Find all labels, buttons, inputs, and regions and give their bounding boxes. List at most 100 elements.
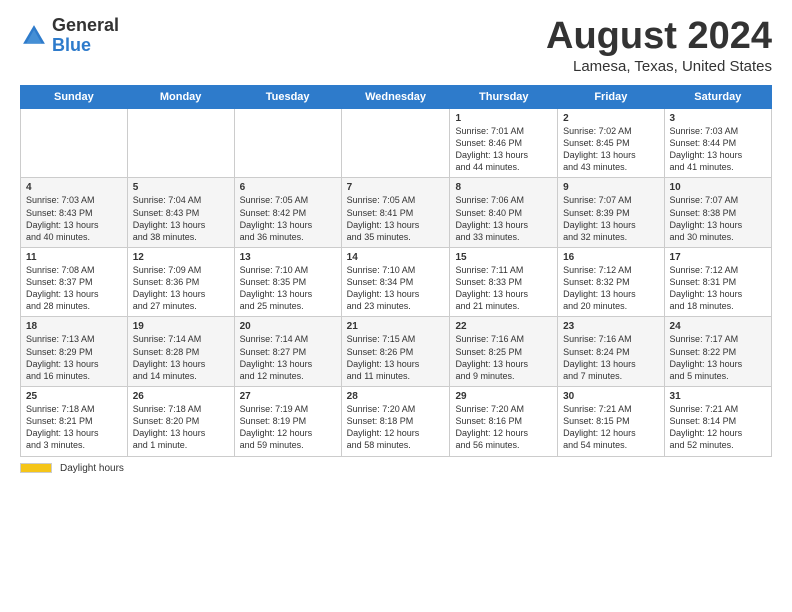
page: General Blue August 2024 Lamesa, Texas, …: [0, 0, 792, 612]
day-number: 12: [133, 252, 229, 263]
col-monday: Monday: [127, 85, 234, 108]
day-info: Sunrise: 7:03 AM Sunset: 8:44 PM Dayligh…: [670, 125, 766, 174]
day-info: Sunrise: 7:09 AM Sunset: 8:36 PM Dayligh…: [133, 264, 229, 313]
day-info: Sunrise: 7:18 AM Sunset: 8:20 PM Dayligh…: [133, 403, 229, 452]
day-number: 17: [670, 252, 766, 263]
day-info: Sunrise: 7:17 AM Sunset: 8:22 PM Dayligh…: [670, 333, 766, 382]
day-info: Sunrise: 7:16 AM Sunset: 8:24 PM Dayligh…: [563, 333, 658, 382]
table-row: 21Sunrise: 7:15 AM Sunset: 8:26 PM Dayli…: [341, 317, 450, 387]
day-number: 10: [670, 182, 766, 193]
table-row: 22Sunrise: 7:16 AM Sunset: 8:25 PM Dayli…: [450, 317, 558, 387]
day-info: Sunrise: 7:14 AM Sunset: 8:28 PM Dayligh…: [133, 333, 229, 382]
table-row: [21, 108, 128, 178]
title-block: August 2024 Lamesa, Texas, United States: [546, 16, 772, 75]
table-row: 24Sunrise: 7:17 AM Sunset: 8:22 PM Dayli…: [664, 317, 771, 387]
day-number: 8: [455, 182, 552, 193]
day-info: Sunrise: 7:14 AM Sunset: 8:27 PM Dayligh…: [240, 333, 336, 382]
table-row: 23Sunrise: 7:16 AM Sunset: 8:24 PM Dayli…: [558, 317, 664, 387]
table-row: 14Sunrise: 7:10 AM Sunset: 8:34 PM Dayli…: [341, 247, 450, 317]
table-row: 15Sunrise: 7:11 AM Sunset: 8:33 PM Dayli…: [450, 247, 558, 317]
day-number: 5: [133, 182, 229, 193]
table-row: 27Sunrise: 7:19 AM Sunset: 8:19 PM Dayli…: [234, 387, 341, 457]
calendar-week-row: 11Sunrise: 7:08 AM Sunset: 8:37 PM Dayli…: [21, 247, 772, 317]
table-row: 2Sunrise: 7:02 AM Sunset: 8:45 PM Daylig…: [558, 108, 664, 178]
logo-text: General Blue: [52, 16, 119, 56]
day-number: 23: [563, 321, 658, 332]
table-row: 26Sunrise: 7:18 AM Sunset: 8:20 PM Dayli…: [127, 387, 234, 457]
day-number: 21: [347, 321, 445, 332]
day-number: 24: [670, 321, 766, 332]
day-number: 9: [563, 182, 658, 193]
day-info: Sunrise: 7:01 AM Sunset: 8:46 PM Dayligh…: [455, 125, 552, 174]
calendar-table: Sunday Monday Tuesday Wednesday Thursday…: [20, 85, 772, 457]
day-number: 31: [670, 391, 766, 402]
logo-blue-text: Blue: [52, 36, 119, 56]
col-sunday: Sunday: [21, 85, 128, 108]
day-number: 3: [670, 113, 766, 124]
table-row: 10Sunrise: 7:07 AM Sunset: 8:38 PM Dayli…: [664, 178, 771, 248]
col-tuesday: Tuesday: [234, 85, 341, 108]
table-row: 9Sunrise: 7:07 AM Sunset: 8:39 PM Daylig…: [558, 178, 664, 248]
day-number: 29: [455, 391, 552, 402]
table-row: 12Sunrise: 7:09 AM Sunset: 8:36 PM Dayli…: [127, 247, 234, 317]
day-number: 22: [455, 321, 552, 332]
table-row: 8Sunrise: 7:06 AM Sunset: 8:40 PM Daylig…: [450, 178, 558, 248]
calendar-week-row: 25Sunrise: 7:18 AM Sunset: 8:21 PM Dayli…: [21, 387, 772, 457]
logo-general-text: General: [52, 16, 119, 36]
title-location: Lamesa, Texas, United States: [546, 58, 772, 75]
day-number: 26: [133, 391, 229, 402]
day-number: 11: [26, 252, 122, 263]
table-row: 30Sunrise: 7:21 AM Sunset: 8:15 PM Dayli…: [558, 387, 664, 457]
day-number: 19: [133, 321, 229, 332]
day-info: Sunrise: 7:18 AM Sunset: 8:21 PM Dayligh…: [26, 403, 122, 452]
col-thursday: Thursday: [450, 85, 558, 108]
table-row: 6Sunrise: 7:05 AM Sunset: 8:42 PM Daylig…: [234, 178, 341, 248]
day-info: Sunrise: 7:11 AM Sunset: 8:33 PM Dayligh…: [455, 264, 552, 313]
day-number: 6: [240, 182, 336, 193]
day-info: Sunrise: 7:13 AM Sunset: 8:29 PM Dayligh…: [26, 333, 122, 382]
day-info: Sunrise: 7:12 AM Sunset: 8:31 PM Dayligh…: [670, 264, 766, 313]
table-row: 18Sunrise: 7:13 AM Sunset: 8:29 PM Dayli…: [21, 317, 128, 387]
day-number: 7: [347, 182, 445, 193]
table-row: 5Sunrise: 7:04 AM Sunset: 8:43 PM Daylig…: [127, 178, 234, 248]
day-info: Sunrise: 7:04 AM Sunset: 8:43 PM Dayligh…: [133, 194, 229, 243]
day-info: Sunrise: 7:10 AM Sunset: 8:34 PM Dayligh…: [347, 264, 445, 313]
day-number: 4: [26, 182, 122, 193]
table-row: 17Sunrise: 7:12 AM Sunset: 8:31 PM Dayli…: [664, 247, 771, 317]
table-row: [341, 108, 450, 178]
footer: Daylight hours: [20, 463, 772, 474]
table-row: 3Sunrise: 7:03 AM Sunset: 8:44 PM Daylig…: [664, 108, 771, 178]
table-row: 19Sunrise: 7:14 AM Sunset: 8:28 PM Dayli…: [127, 317, 234, 387]
day-info: Sunrise: 7:21 AM Sunset: 8:14 PM Dayligh…: [670, 403, 766, 452]
day-info: Sunrise: 7:07 AM Sunset: 8:38 PM Dayligh…: [670, 194, 766, 243]
day-number: 13: [240, 252, 336, 263]
day-info: Sunrise: 7:06 AM Sunset: 8:40 PM Dayligh…: [455, 194, 552, 243]
table-row: 29Sunrise: 7:20 AM Sunset: 8:16 PM Dayli…: [450, 387, 558, 457]
table-row: 16Sunrise: 7:12 AM Sunset: 8:32 PM Dayli…: [558, 247, 664, 317]
day-info: Sunrise: 7:02 AM Sunset: 8:45 PM Dayligh…: [563, 125, 658, 174]
day-info: Sunrise: 7:20 AM Sunset: 8:16 PM Dayligh…: [455, 403, 552, 452]
day-number: 20: [240, 321, 336, 332]
table-row: 28Sunrise: 7:20 AM Sunset: 8:18 PM Dayli…: [341, 387, 450, 457]
table-row: 25Sunrise: 7:18 AM Sunset: 8:21 PM Dayli…: [21, 387, 128, 457]
col-saturday: Saturday: [664, 85, 771, 108]
day-info: Sunrise: 7:19 AM Sunset: 8:19 PM Dayligh…: [240, 403, 336, 452]
day-info: Sunrise: 7:08 AM Sunset: 8:37 PM Dayligh…: [26, 264, 122, 313]
day-number: 28: [347, 391, 445, 402]
table-row: 11Sunrise: 7:08 AM Sunset: 8:37 PM Dayli…: [21, 247, 128, 317]
day-number: 25: [26, 391, 122, 402]
daylight-bar-icon: [20, 463, 52, 473]
table-row: 1Sunrise: 7:01 AM Sunset: 8:46 PM Daylig…: [450, 108, 558, 178]
logo: General Blue: [20, 16, 119, 56]
day-info: Sunrise: 7:10 AM Sunset: 8:35 PM Dayligh…: [240, 264, 336, 313]
calendar-week-row: 18Sunrise: 7:13 AM Sunset: 8:29 PM Dayli…: [21, 317, 772, 387]
table-row: [234, 108, 341, 178]
day-number: 14: [347, 252, 445, 263]
day-info: Sunrise: 7:16 AM Sunset: 8:25 PM Dayligh…: [455, 333, 552, 382]
day-info: Sunrise: 7:05 AM Sunset: 8:41 PM Dayligh…: [347, 194, 445, 243]
table-row: 4Sunrise: 7:03 AM Sunset: 8:43 PM Daylig…: [21, 178, 128, 248]
day-info: Sunrise: 7:07 AM Sunset: 8:39 PM Dayligh…: [563, 194, 658, 243]
day-info: Sunrise: 7:12 AM Sunset: 8:32 PM Dayligh…: [563, 264, 658, 313]
day-number: 16: [563, 252, 658, 263]
day-number: 1: [455, 113, 552, 124]
